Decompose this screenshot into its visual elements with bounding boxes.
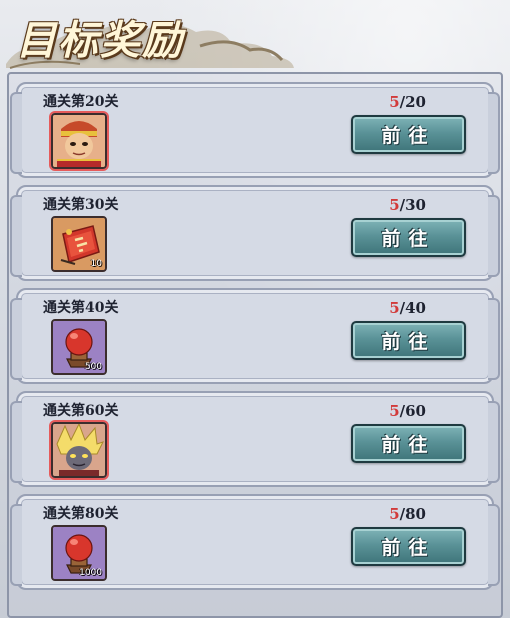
go-button[interactable]: 前往 xyxy=(351,218,466,257)
go-button[interactable]: 前往 xyxy=(351,424,466,463)
header: 目标奖励 xyxy=(0,0,510,82)
progress-counter: 5/40 xyxy=(389,299,426,317)
reward-title: 通关第80关 xyxy=(43,506,119,522)
go-button[interactable]: 前往 xyxy=(351,527,466,566)
reward-item-slot[interactable] xyxy=(51,113,107,169)
progress-target: /80 xyxy=(399,505,426,523)
progress-counter: 5/80 xyxy=(389,505,426,523)
reward-item-slot[interactable] xyxy=(51,422,107,478)
reward-title: 通关第40关 xyxy=(43,300,119,316)
reward-title: 通关第60关 xyxy=(43,403,119,419)
monkey-king-avatar-icon xyxy=(53,115,105,167)
progress-current: 5 xyxy=(389,93,400,111)
blond-demon-avatar-icon xyxy=(53,424,105,476)
reward-item-slot[interactable]: 10 xyxy=(51,216,107,272)
item-quantity: 1000 xyxy=(79,568,102,578)
progress-current: 5 xyxy=(389,402,400,420)
progress-target: /40 xyxy=(399,299,426,317)
reward-card: 通关第40关 500 5/40 前往 xyxy=(10,288,500,384)
progress-counter: 5/30 xyxy=(389,196,426,214)
progress-target: /60 xyxy=(399,402,426,420)
item-quantity: 500 xyxy=(84,362,102,372)
go-button[interactable]: 前往 xyxy=(351,321,466,360)
progress-counter: 5/60 xyxy=(389,402,426,420)
page-title: 目标奖励 xyxy=(16,17,184,64)
reward-item-slot[interactable]: 500 xyxy=(51,319,107,375)
progress-counter: 5/20 xyxy=(389,93,426,111)
progress-target: /30 xyxy=(399,196,426,214)
reward-card: 通关第30关 10 5/30 前往 xyxy=(10,185,500,281)
reward-item-slot[interactable]: 1000 xyxy=(51,525,107,581)
reward-title: 通关第30关 xyxy=(43,197,119,213)
progress-target: /20 xyxy=(399,93,426,111)
reward-list: 通关第20关 5/20 前往 通关第30关 10 5/30 前往 通关第40关 … xyxy=(10,82,500,597)
reward-card: 通关第80关 1000 5/80 前往 xyxy=(10,494,500,590)
reward-title: 通关第20关 xyxy=(43,94,119,110)
item-quantity: 10 xyxy=(90,259,102,269)
reward-card: 通关第20关 5/20 前往 xyxy=(10,82,500,178)
reward-card: 通关第60关 5/60 前往 xyxy=(10,391,500,487)
progress-current: 5 xyxy=(389,196,400,214)
progress-current: 5 xyxy=(389,299,400,317)
go-button[interactable]: 前往 xyxy=(351,115,466,154)
progress-current: 5 xyxy=(389,505,400,523)
